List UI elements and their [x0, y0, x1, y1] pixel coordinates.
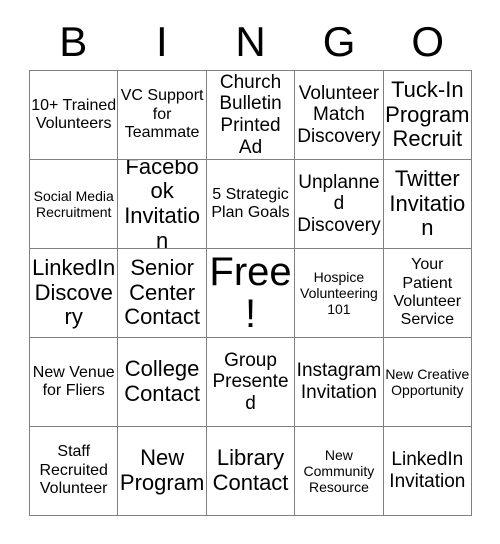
bingo-cell-label: Your Patient Volunteer Service: [393, 256, 462, 329]
bingo-cell-b4[interactable]: New Venue for Fliers: [30, 338, 119, 427]
bingo-cell-b3[interactable]: LinkedIn Discovery: [30, 249, 119, 338]
bingo-header-letter-n: N: [235, 18, 266, 65]
bingo-cell-label: New Creative Opportunity: [385, 365, 470, 398]
bingo-cell-n2[interactable]: 5 Strategic Plan Goals: [206, 160, 296, 249]
bingo-row: Staff Recruited Volunteer New Program Li…: [30, 427, 473, 516]
bingo-cell-g4[interactable]: Instagram Invitation: [295, 338, 384, 427]
bingo-header-letter-i: I: [156, 18, 168, 65]
bingo-cell-o4[interactable]: New Creative Opportunity: [383, 338, 473, 427]
bingo-cell-b2[interactable]: Social Media Recruitment: [30, 160, 119, 249]
bingo-cell-b1[interactable]: 10+ Trained Volunteers: [30, 71, 119, 160]
bingo-cell-g1[interactable]: Volunteer Match Discovery: [295, 71, 384, 160]
bingo-cell-label: 5 Strategic Plan Goals: [211, 185, 290, 221]
bingo-free-space-label: Free!: [209, 250, 292, 336]
bingo-row: LinkedIn Discovery Senior Center Contact…: [30, 249, 473, 338]
bingo-cell-label: Library Contact: [212, 445, 289, 495]
bingo-header-letter-o: O: [411, 18, 444, 65]
bingo-cell-label: Unplanned Discovery: [297, 171, 381, 236]
bingo-cell-label: Social Media Recruitment: [33, 187, 114, 220]
bingo-cell-i4[interactable]: College Contact: [118, 338, 207, 427]
bingo-cell-g5[interactable]: New Community Resource: [295, 427, 384, 516]
bingo-cell-o5[interactable]: LinkedIn Invitation: [383, 427, 473, 516]
bingo-cell-label: Tuck-In Program Recruit: [385, 77, 470, 152]
bingo-cell-label: Volunteer Match Discovery: [297, 82, 381, 147]
bingo-cell-label: New Venue for Fliers: [32, 363, 115, 399]
bingo-cell-o3[interactable]: Your Patient Volunteer Service: [383, 249, 473, 338]
bingo-cell-label: New Program: [119, 445, 205, 495]
bingo-cell-n4[interactable]: Group Presented: [206, 338, 296, 427]
bingo-cell-g2[interactable]: Unplanned Discovery: [295, 160, 384, 249]
bingo-cell-label: Twitter Invitation: [389, 166, 466, 241]
bingo-row: 10+ Trained Volunteers VC Support for Te…: [30, 71, 473, 160]
bingo-cell-label: Staff Recruited Volunteer: [39, 443, 108, 498]
bingo-cell-label: Group Presented: [212, 349, 289, 414]
bingo-cell-o2[interactable]: Twitter Invitation: [383, 160, 473, 249]
bingo-cell-label: LinkedIn Discovery: [32, 255, 116, 330]
bingo-row: Social Media Recruitment Facebook Invita…: [30, 160, 473, 249]
bingo-cell-label: 10+ Trained Volunteers: [31, 96, 117, 132]
bingo-card: B I N G O 10+ Trained Volunteers VC Supp…: [29, 14, 473, 516]
bingo-cell-label: VC Support for Teammate: [120, 87, 204, 142]
bingo-cell-g3[interactable]: Hospice Volunteering 101: [295, 249, 384, 338]
bingo-row: New Venue for Fliers College Contact Gro…: [30, 338, 473, 427]
bingo-cell-label: Senior Center Contact: [124, 255, 201, 330]
bingo-cell-free-space[interactable]: Free!: [206, 249, 296, 338]
bingo-cell-i5[interactable]: New Program: [118, 427, 207, 516]
bingo-cell-label: Facebook Invitation: [124, 160, 201, 249]
bingo-header-row: B I N G O: [29, 14, 472, 70]
bingo-cell-o1[interactable]: Tuck-In Program Recruit: [383, 71, 473, 160]
bingo-grid: 10+ Trained Volunteers VC Support for Te…: [29, 70, 473, 516]
bingo-header-letter-g: G: [322, 18, 356, 65]
bingo-cell-label: College Contact: [124, 356, 201, 406]
bingo-cell-b5[interactable]: Staff Recruited Volunteer: [30, 427, 119, 516]
bingo-cell-i3[interactable]: Senior Center Contact: [118, 249, 207, 338]
bingo-cell-i2[interactable]: Facebook Invitation: [118, 160, 207, 249]
bingo-cell-label: Hospice Volunteering 101: [300, 268, 378, 318]
bingo-cell-label: New Community Resource: [303, 446, 375, 496]
bingo-cell-i1[interactable]: VC Support for Teammate: [118, 71, 207, 160]
bingo-cell-n1[interactable]: Church Bulletin Printed Ad: [206, 71, 296, 160]
bingo-cell-label: Church Bulletin Printed Ad: [219, 71, 282, 158]
bingo-cell-n5[interactable]: Library Contact: [206, 427, 296, 516]
bingo-header-letter-b: B: [59, 18, 88, 65]
bingo-cell-label: LinkedIn Invitation: [389, 449, 466, 492]
bingo-cell-label: Instagram Invitation: [296, 360, 382, 403]
